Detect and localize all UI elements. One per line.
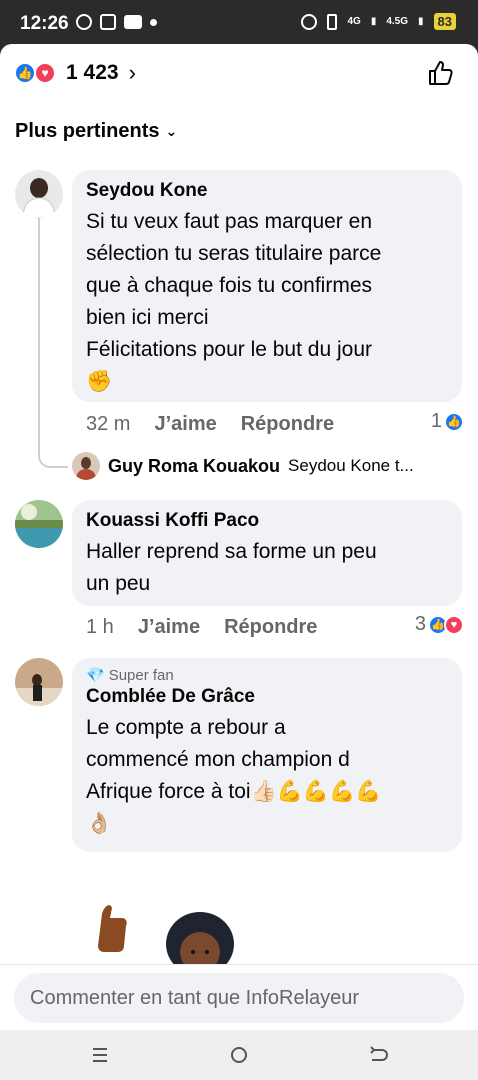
comment-time: 32 m <box>86 413 131 435</box>
chevron-right-icon: › <box>128 60 136 85</box>
chevron-down-icon: ⌄ <box>165 123 178 139</box>
love-reaction-icon: ♥ <box>444 614 464 635</box>
reaction-summary[interactable]: 👍 ♥ 1 423 › <box>14 60 136 86</box>
sticker-image <box>98 905 234 964</box>
comment-bubble[interactable]: Seydou Kone Si tu veux faut pas marquer … <box>72 170 462 402</box>
avatar[interactable] <box>15 658 63 706</box>
more-notifications-dot-icon <box>150 18 157 26</box>
comment-bubble[interactable]: 💎 Super fan Comblée De Grâce Le compte a… <box>72 658 462 852</box>
diamond-icon: 💎 <box>86 667 105 684</box>
status-time: 12:26 <box>20 13 69 34</box>
love-reaction-icon: ♥ <box>34 62 56 84</box>
status-bar: 12:26 4G ▮ 4.5G ▮ 83 <box>0 0 478 44</box>
comment-text: Haller reprend sa forme un peu un peu <box>86 540 377 595</box>
like-button[interactable]: J’aime <box>154 413 216 436</box>
comment-bubble[interactable]: Kouassi Koffi Paco Haller reprend sa for… <box>72 500 462 606</box>
app-notification-icon <box>124 15 142 29</box>
signal-icon: ▮ <box>370 16 377 27</box>
comment-author[interactable]: Seydou Kone <box>86 180 448 202</box>
home-circle-icon[interactable] <box>227 1044 251 1066</box>
comment-author[interactable]: Comblée De Grâce <box>86 686 448 708</box>
network-45g-label: 4.5G <box>386 16 409 27</box>
reply-button[interactable]: Répondre <box>241 413 334 436</box>
reply-thread-line <box>38 216 68 468</box>
signal-icon-2: ▮ <box>418 16 424 27</box>
comment-reactions[interactable]: 1 👍 <box>431 410 464 433</box>
comment-composer: Commenter en tant que InfoRelayeur <box>0 964 478 1030</box>
reaction-count: 1 423 <box>66 61 119 84</box>
back-icon[interactable] <box>366 1044 390 1066</box>
reaction-count: 3 <box>414 613 426 635</box>
sort-dropdown[interactable]: Plus pertinents ⌄ <box>15 120 177 143</box>
sort-label: Plus pertinents <box>15 120 160 142</box>
avatar <box>72 452 100 480</box>
badge-label: Super fan <box>108 666 174 684</box>
battery-indicator: 83 <box>433 13 456 30</box>
sync-icon <box>100 14 116 30</box>
like-reaction-icon: 👍 <box>14 62 36 84</box>
reply-button[interactable]: Répondre <box>224 616 317 639</box>
reply-author: Guy Roma Kouakou <box>108 455 281 476</box>
avatar[interactable] <box>15 170 63 218</box>
comment-reactions[interactable]: 3 👍 ♥ <box>415 613 464 636</box>
comment-text: Si tu veux faut pas marquer en sélection… <box>86 210 382 393</box>
super-fan-badge: 💎 Super fan <box>86 666 448 685</box>
vibrate-icon <box>327 13 338 30</box>
reply-preview[interactable]: Guy Roma Kouakou Seydou Kone t... <box>72 452 414 480</box>
whatsapp-icon <box>76 14 92 30</box>
comment-time: 1 h <box>86 616 114 638</box>
thumbs-up-outline-icon[interactable] <box>426 58 456 88</box>
comment-text: Le compte a rebour a commencé mon champi… <box>86 716 382 835</box>
reply-text: Seydou Kone t... <box>288 456 414 475</box>
comment-actions: 32 m J’aime Répondre <box>86 413 334 436</box>
network-4g-label: 4G <box>347 16 361 27</box>
avatar[interactable] <box>15 500 63 548</box>
comment-actions: 1 h J’aime Répondre <box>86 616 317 639</box>
system-nav-bar <box>0 1030 478 1080</box>
reaction-count: 1 <box>430 410 442 432</box>
menu-icon[interactable] <box>88 1044 112 1066</box>
like-reaction-icon: 👍 <box>444 411 464 432</box>
comments-sheet: 👍 ♥ 1 423 › Plus pertinents ⌄ Seydou Kon… <box>0 44 478 1030</box>
alarm-icon <box>301 13 318 30</box>
like-button[interactable]: J’aime <box>138 616 200 639</box>
comment-author[interactable]: Kouassi Koffi Paco <box>86 510 448 532</box>
comment-input[interactable]: Commenter en tant que InfoRelayeur <box>14 973 464 1023</box>
